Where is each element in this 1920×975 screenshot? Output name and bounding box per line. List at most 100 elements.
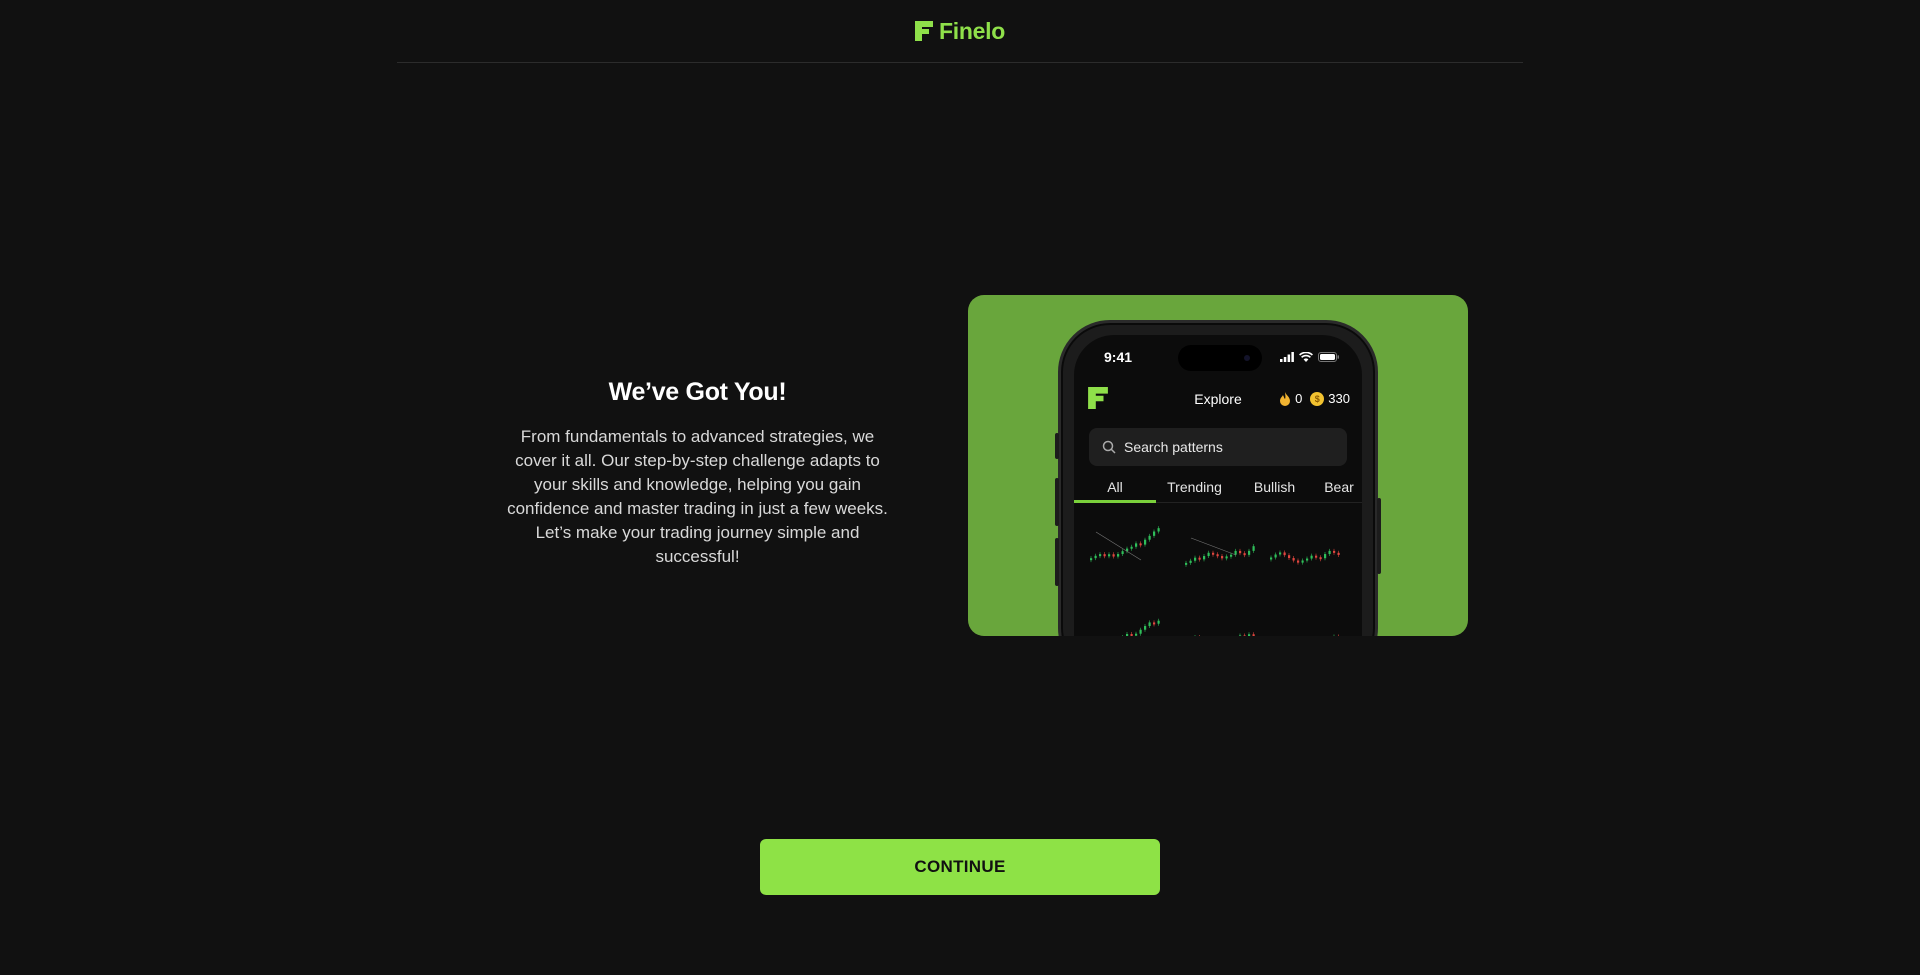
candle-body <box>1135 633 1138 636</box>
candle-body <box>1139 629 1142 634</box>
pattern-thumbnail[interactable] <box>1086 510 1166 580</box>
candle-body <box>1243 635 1246 636</box>
intro-section: We’ve Got You! From fundamentals to adva… <box>505 378 890 569</box>
candle-body <box>1225 556 1228 559</box>
candle-body <box>1117 554 1120 557</box>
candle-body <box>1279 552 1282 555</box>
candle-body <box>1130 546 1133 549</box>
tab-bullish[interactable]: Bullish <box>1233 467 1316 502</box>
candle-body <box>1135 543 1138 547</box>
intro-body: From fundamentals to advanced strategies… <box>507 427 888 566</box>
user-stats[interactable]: 0 $ 330 <box>1279 391 1350 406</box>
candle-body <box>1144 539 1147 545</box>
phone-side-button <box>1055 433 1059 459</box>
candle-body <box>1239 550 1242 554</box>
candle-body <box>1157 528 1160 532</box>
phone-mockup: 9:41 Explore 0 $ 330 Search patterns All… <box>1055 320 1381 636</box>
candle-body <box>1324 554 1327 559</box>
coin-icon: $ <box>1310 391 1325 406</box>
candle-body <box>1270 557 1273 560</box>
candle-body <box>1274 554 1277 558</box>
candle-body <box>1248 634 1251 636</box>
candle-body <box>1283 552 1286 556</box>
candle-body <box>1121 551 1124 555</box>
app-bar: Explore 0 $ 330 <box>1074 385 1362 415</box>
candle-body <box>1252 634 1255 636</box>
candle-body <box>1144 626 1147 630</box>
candle-body <box>1189 560 1192 563</box>
dynamic-island <box>1178 345 1262 371</box>
tab-bear[interactable]: Bear <box>1316 467 1362 502</box>
candle-body <box>1252 546 1255 551</box>
candle-body <box>1112 554 1115 557</box>
candle-body <box>1333 550 1336 553</box>
pattern-thumbnail[interactable] <box>1181 592 1261 636</box>
search-bar[interactable] <box>1089 428 1347 466</box>
candle-body <box>1139 543 1142 546</box>
phone-side-button <box>1055 538 1059 586</box>
candle-body <box>1130 634 1133 636</box>
trend-line <box>1190 537 1237 556</box>
candle-body <box>1094 555 1097 559</box>
candle-body <box>1297 560 1300 563</box>
app-preview-card: 9:41 Explore 0 $ 330 Search patterns All… <box>968 295 1468 636</box>
candle-body <box>1310 555 1313 559</box>
candle-body <box>1198 557 1201 560</box>
status-time: 9:41 <box>1104 349 1133 365</box>
candle-body <box>1288 555 1291 559</box>
top-header: Finelo <box>397 0 1523 63</box>
pattern-thumbnail[interactable] <box>1086 592 1166 636</box>
pattern-grid <box>1084 510 1354 636</box>
phone-power-button <box>1377 498 1381 574</box>
system-icons <box>1280 352 1340 362</box>
tab-trending[interactable]: Trending <box>1156 467 1233 502</box>
candle-body <box>1216 554 1219 557</box>
streak-count: 0 <box>1295 391 1303 406</box>
candle-body <box>1148 622 1151 627</box>
pattern-thumbnail[interactable] <box>1266 592 1346 636</box>
tab-all[interactable]: All <box>1074 467 1156 503</box>
candle-body <box>1301 560 1304 563</box>
candle-body <box>1153 622 1156 625</box>
candle-body <box>1243 553 1246 556</box>
candle-body <box>1292 558 1295 561</box>
brand[interactable]: Finelo <box>915 18 1005 45</box>
candle-body <box>1230 554 1233 557</box>
candle-body <box>1099 554 1102 557</box>
candle-body <box>1315 555 1318 558</box>
candle-body <box>1157 620 1160 624</box>
candle-body <box>1212 552 1215 555</box>
candle-body <box>1108 554 1111 557</box>
candle-body <box>1239 635 1242 636</box>
pattern-thumbnail[interactable] <box>1181 510 1261 580</box>
candle-body <box>1234 550 1237 555</box>
pattern-thumbnail[interactable] <box>1266 510 1346 580</box>
phone-screen: 9:41 Explore 0 $ 330 Search patterns All… <box>1074 335 1362 636</box>
candle-body <box>1248 550 1251 555</box>
candle-body <box>1319 557 1322 560</box>
candle-body <box>1126 634 1129 636</box>
continue-button[interactable]: CONTINUE <box>760 839 1160 895</box>
candle-body <box>1185 562 1188 565</box>
finelo-logo-icon <box>915 21 934 41</box>
flame-icon <box>1280 391 1291 406</box>
phone-side-button <box>1055 478 1059 526</box>
candle-body <box>1090 558 1093 561</box>
candle-body <box>1328 550 1331 555</box>
wifi-icon <box>1299 352 1313 362</box>
brand-name: Finelo <box>939 17 1005 44</box>
status-bar: 9:41 <box>1074 345 1362 371</box>
candle-body <box>1337 552 1340 555</box>
candle-body <box>1148 535 1151 540</box>
intro-title: We’ve Got You! <box>608 378 787 406</box>
pattern-tabs: All Trending Bullish Bear <box>1074 467 1362 503</box>
candle-body <box>1221 556 1224 559</box>
candle-body <box>1306 558 1309 561</box>
signal-icon <box>1280 352 1294 362</box>
candle-body <box>1153 531 1156 536</box>
candle-body <box>1194 557 1197 561</box>
candle-body <box>1103 554 1106 557</box>
candle-body <box>1203 556 1206 560</box>
search-icon <box>1102 440 1116 454</box>
search-input[interactable] <box>1124 439 1324 455</box>
